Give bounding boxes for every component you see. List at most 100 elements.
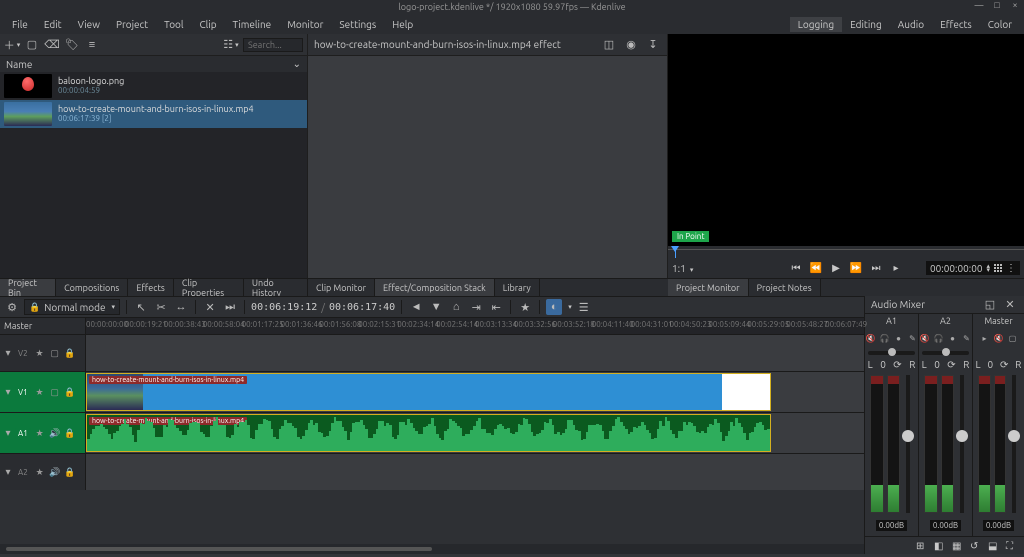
track-header-v1[interactable]: ▾ V1 ★ ▢ 🔒 bbox=[0, 372, 86, 412]
monitor-viewport[interactable]: In Point bbox=[668, 34, 1024, 246]
star-icon[interactable]: ★ bbox=[34, 427, 46, 439]
workspace-audio[interactable]: Audio bbox=[890, 17, 932, 32]
delete-button[interactable]: ⌫ bbox=[44, 37, 60, 53]
mute-icon[interactable]: 🔇 bbox=[865, 333, 876, 344]
track-header-v2[interactable]: ▾ V2 ★ ▢ 🔒 bbox=[0, 335, 86, 371]
mute-icon[interactable]: 🔇 bbox=[919, 333, 930, 344]
headphone-icon[interactable]: 🎧 bbox=[933, 333, 944, 344]
track-header-a1[interactable]: ▾ A1 ★ 🔊 🔒 bbox=[0, 413, 86, 453]
timeline-scrollbar[interactable] bbox=[0, 544, 864, 554]
db-value[interactable]: 0.00dB bbox=[983, 520, 1014, 531]
mark-out-icon[interactable]: ⇤ bbox=[488, 299, 504, 315]
tab-library[interactable]: Library bbox=[495, 279, 540, 296]
mix-icon[interactable]: ◐ bbox=[546, 299, 562, 315]
monitor-timecode[interactable]: 00:00:00:00 ▴▾ ⋮ bbox=[926, 261, 1020, 275]
expand-icon[interactable]: ▾ bbox=[4, 386, 12, 398]
split-view-icon[interactable]: ◫ bbox=[601, 37, 617, 53]
menu-monitor[interactable]: Monitor bbox=[279, 17, 331, 32]
footer-icon-5[interactable]: ⬓ bbox=[988, 540, 1000, 552]
seek-end-button[interactable]: ⏭ bbox=[869, 261, 883, 275]
rec-icon[interactable]: ✎ bbox=[907, 333, 918, 344]
undock-icon[interactable]: ◱ bbox=[982, 297, 998, 313]
master-track-header[interactable]: Master bbox=[0, 318, 86, 334]
favorite-icon[interactable]: ★ bbox=[517, 299, 533, 315]
db-value[interactable]: 0.00dB bbox=[930, 520, 961, 531]
spacer-tool[interactable]: ↔ bbox=[173, 299, 189, 315]
down-icon[interactable]: ▼ bbox=[428, 299, 444, 315]
footer-icon-6[interactable]: ⛶ bbox=[1006, 540, 1018, 552]
mute-icon[interactable]: 🔇 bbox=[993, 333, 1004, 344]
speaker-icon[interactable]: 🔊 bbox=[49, 427, 61, 439]
monitor-ruler[interactable] bbox=[668, 246, 1024, 258]
maximize-button[interactable]: □ bbox=[992, 0, 1002, 10]
forward-button[interactable]: ⏩ bbox=[849, 261, 863, 275]
menu-settings[interactable]: Settings bbox=[331, 17, 384, 32]
close-button[interactable]: × bbox=[1010, 0, 1020, 10]
save-icon[interactable]: ↧ bbox=[645, 37, 661, 53]
close-icon[interactable]: ✕ bbox=[1002, 297, 1018, 313]
zoom-select[interactable]: 1:1 ▾ bbox=[672, 263, 693, 274]
playhead-marker[interactable] bbox=[675, 246, 676, 258]
snap-button[interactable]: ⏭ bbox=[222, 299, 238, 315]
menu-timeline[interactable]: Timeline bbox=[225, 17, 280, 32]
menu-tool[interactable]: Tool bbox=[156, 17, 191, 32]
expand-icon[interactable]: ▸ bbox=[979, 333, 990, 344]
menu-file[interactable]: File bbox=[4, 17, 36, 32]
view-mode-button[interactable]: ☷▾ bbox=[223, 37, 239, 53]
menu-help[interactable]: Help bbox=[384, 17, 421, 32]
lock-icon[interactable]: 🔒 bbox=[64, 386, 76, 398]
footer-icon-2[interactable]: ◧ bbox=[934, 540, 946, 552]
tab-clip-monitor[interactable]: Clip Monitor bbox=[308, 279, 375, 296]
pan-slider[interactable] bbox=[868, 351, 916, 355]
speaker-icon[interactable]: 🔊 bbox=[49, 466, 61, 478]
workspace-logging[interactable]: Logging bbox=[790, 17, 842, 32]
timeline-ruler[interactable]: 00:00:00:0000:00:19:2100:00:38:4300:00:5… bbox=[86, 318, 864, 334]
cut-button[interactable]: ✕ bbox=[202, 299, 218, 315]
track-a1[interactable]: how-to-create-mount-and-burn-isos-in-lin… bbox=[86, 413, 864, 453]
lock-icon[interactable]: 🔒 bbox=[64, 427, 76, 439]
tab-project-monitor[interactable]: Project Monitor bbox=[668, 279, 749, 296]
star-icon[interactable]: ★ bbox=[34, 347, 46, 359]
pan-slider[interactable] bbox=[922, 351, 970, 355]
bin-item[interactable]: baloon-logo.png 00:00:04:59 bbox=[0, 72, 307, 100]
timeline-position[interactable]: 00:06:19:12 bbox=[251, 302, 317, 313]
timeline-view-icon[interactable]: ☰ bbox=[576, 299, 592, 315]
db-value[interactable]: 0.00dB bbox=[876, 520, 907, 531]
razor-tool[interactable]: ✂ bbox=[153, 299, 169, 315]
minimize-button[interactable]: — bbox=[974, 0, 984, 10]
menu-view[interactable]: View bbox=[70, 17, 108, 32]
folder-button[interactable]: ▢ bbox=[24, 37, 40, 53]
headphone-icon[interactable]: 🎧 bbox=[879, 333, 890, 344]
menu-project[interactable]: Project bbox=[108, 17, 156, 32]
workspace-editing[interactable]: Editing bbox=[842, 17, 890, 32]
options-icon[interactable]: ⋮ bbox=[1006, 262, 1016, 274]
track-header-a2[interactable]: ▾ A2 ★ 🔊 🔒 bbox=[0, 454, 86, 490]
footer-icon-4[interactable]: ↺ bbox=[970, 540, 982, 552]
solo-icon[interactable]: ● bbox=[893, 333, 904, 344]
solo-icon[interactable]: ● bbox=[947, 333, 958, 344]
bin-column-header[interactable]: Name ⌄ bbox=[0, 56, 307, 72]
track-v2[interactable] bbox=[86, 335, 864, 371]
track-v1[interactable]: how-to-create-mount-and-burn-isos-in-lin… bbox=[86, 372, 864, 412]
add-clip-button[interactable]: ＋▾ bbox=[4, 37, 20, 53]
lock-icon[interactable]: 🔒 bbox=[64, 466, 76, 478]
rec-icon[interactable]: ✎ bbox=[961, 333, 972, 344]
grid-icon[interactable] bbox=[994, 264, 1002, 272]
search-input[interactable] bbox=[243, 38, 303, 52]
expand-icon[interactable]: ▾ bbox=[4, 466, 12, 478]
group-icon[interactable]: ⌂ bbox=[448, 299, 464, 315]
footer-icon-1[interactable]: ⊞ bbox=[916, 540, 928, 552]
star-icon[interactable]: ★ bbox=[34, 466, 46, 478]
edit-mode-select[interactable]: 🔒 Normal mode ▾ bbox=[24, 299, 120, 315]
tag-button[interactable]: 🏷 bbox=[64, 37, 80, 53]
workspace-color[interactable]: Color bbox=[980, 17, 1020, 32]
tab-undo-history[interactable]: Undo History bbox=[244, 279, 308, 296]
seek-back-icon[interactable]: ◄ bbox=[408, 299, 424, 315]
zone-in-button[interactable]: ▸ bbox=[889, 261, 903, 275]
settings-icon[interactable]: ⚙ bbox=[4, 299, 20, 315]
visibility-icon[interactable]: ◉ bbox=[623, 37, 639, 53]
track-a2[interactable] bbox=[86, 454, 864, 490]
workspace-effects[interactable]: Effects bbox=[932, 17, 980, 32]
tab-clip-properties[interactable]: Clip Properties bbox=[174, 279, 244, 296]
video-clip[interactable]: how-to-create-mount-and-burn-isos-in-lin… bbox=[86, 373, 771, 411]
